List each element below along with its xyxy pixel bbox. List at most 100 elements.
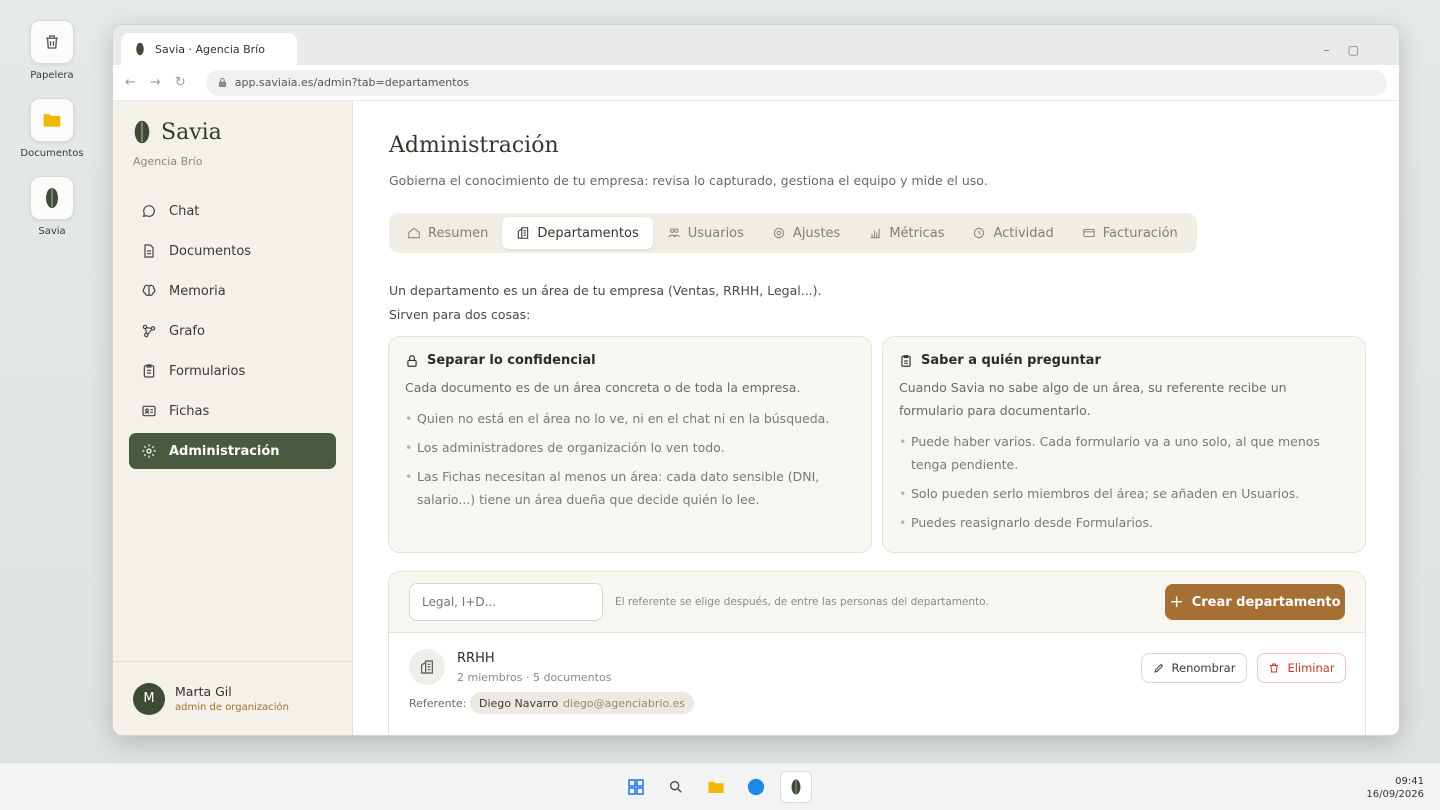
- sidebar-item-grafo[interactable]: Grafo: [129, 313, 336, 349]
- brand[interactable]: Savia: [133, 119, 222, 145]
- sidebar-item-chat[interactable]: Chat: [129, 193, 336, 229]
- card-bullets: Puede haber varios. Cada formulario va a…: [899, 430, 1349, 534]
- url-field[interactable]: app.saviaia.es/admin?tab=departamentos: [205, 69, 1387, 96]
- tab-facturacion[interactable]: Facturación: [1068, 217, 1192, 249]
- desktop-icon-savia[interactable]: Savia: [20, 176, 84, 237]
- search-icon[interactable]: [660, 771, 692, 803]
- tab-resumen[interactable]: Resumen: [393, 217, 502, 249]
- page-title: Administración: [389, 133, 559, 158]
- bar-chart-icon: [870, 228, 880, 239]
- title-bar: Savia · Agencia Brío – ▢: [113, 25, 1399, 65]
- delete-button[interactable]: Eliminar: [1257, 653, 1346, 683]
- system-clock[interactable]: 09:41 16/09/2026: [1366, 775, 1424, 801]
- info-card-confidential: Separar lo confidencial Cada documento e…: [388, 336, 872, 553]
- sidebar-item-formularios[interactable]: Formularios: [129, 353, 336, 389]
- tab-title: Savia · Agencia Brío: [155, 42, 265, 56]
- create-hint: El referente se elige después, de entre …: [615, 596, 989, 608]
- card-description: Cada documento es de un área concreta o …: [405, 380, 801, 395]
- user-profile[interactable]: M Marta Gil admin de organización: [113, 661, 352, 735]
- url-text: app.saviaia.es/admin?tab=departamentos: [234, 76, 470, 89]
- plus-icon: +: [1169, 592, 1184, 612]
- clipboard-icon: [901, 354, 911, 367]
- sidebar-item-documentos[interactable]: Documentos: [129, 233, 336, 269]
- desktop-icon-documentos[interactable]: Documentos: [20, 98, 84, 159]
- referent-chip[interactable]: Diego Navarro diego@agenciabrio.es: [470, 692, 694, 714]
- create-department-button[interactable]: + Crear departamento: [1165, 584, 1345, 620]
- department-name-input[interactable]: [409, 583, 603, 621]
- department-name: RRHH: [457, 651, 495, 666]
- sidebar-item-label: Fichas: [169, 403, 210, 419]
- trash-icon: [30, 20, 74, 64]
- tab-metricas[interactable]: Métricas: [854, 217, 958, 249]
- trash-icon: [1270, 663, 1279, 673]
- document-icon: [144, 244, 154, 258]
- clock-icon: [974, 227, 985, 239]
- brain-icon: [142, 284, 156, 296]
- avatar: M: [133, 682, 165, 715]
- admin-tabs: Resumen Departamentos Usuarios Ajustes M…: [389, 213, 1197, 253]
- chat-icon: [142, 205, 155, 218]
- start-icon[interactable]: [620, 771, 652, 803]
- desktop-icon-label: Documentos: [20, 148, 84, 159]
- sidebar-item-fichas[interactable]: Fichas: [129, 393, 336, 429]
- reload-icon[interactable]: ↻: [175, 75, 186, 90]
- home-icon: [408, 227, 420, 239]
- sidebar-item-label: Chat: [169, 203, 200, 219]
- main-content: Administración Gobierna el conocimiento …: [353, 101, 1399, 735]
- create-department-bar: El referente se elige después, de entre …: [389, 572, 1365, 633]
- intro-line-1: Un departamento es un área de tu empresa…: [389, 283, 822, 298]
- org-name: Agencia Brío: [133, 155, 203, 168]
- gear-icon: [773, 227, 785, 239]
- desktop-icon-label: Papelera: [30, 70, 74, 81]
- sidebar-nav: Chat Documentos Memoria Grafo Formulario…: [129, 193, 336, 473]
- card-bullet: Puede haber varios. Cada formulario va a…: [899, 430, 1349, 476]
- building-icon: [409, 649, 445, 685]
- rename-label: Renombrar: [1171, 661, 1236, 675]
- tab-actividad[interactable]: Actividad: [958, 217, 1067, 249]
- departments-panel: El referente se elige después, de entre …: [388, 571, 1366, 735]
- card-bullet: Las Fichas necesitan al menos un área: c…: [405, 465, 855, 511]
- intro-line-2: Sirven para dos cosas:: [389, 307, 531, 322]
- sidebar-item-memoria[interactable]: Memoria: [129, 273, 336, 309]
- page-subtitle: Gobierna el conocimiento de tu empresa: …: [389, 173, 988, 188]
- lock-icon: [407, 354, 417, 367]
- card-bullet: Quien no está en el área no lo ve, ni en…: [405, 407, 855, 430]
- user-name: Marta Gil: [175, 684, 232, 699]
- app: Savia Agencia Brío Chat Documentos Memor…: [113, 101, 1399, 735]
- taskbar: 09:41 16/09/2026: [0, 762, 1440, 810]
- sidebar-item-label: Documentos: [169, 243, 252, 259]
- building-icon: [518, 227, 529, 239]
- delete-label: Eliminar: [1287, 661, 1335, 675]
- tab-ajustes[interactable]: Ajustes: [758, 217, 854, 249]
- credit-card-icon: [1082, 228, 1095, 238]
- desktop-icon-papelera[interactable]: Papelera: [20, 20, 84, 81]
- lock-icon: [218, 77, 226, 87]
- tab-departamentos[interactable]: Departamentos: [502, 217, 653, 249]
- tab-label: Usuarios: [687, 225, 744, 241]
- tab-label: Métricas: [889, 225, 945, 241]
- department-row: RRHH 2 miembros · 5 documentos Referente…: [389, 633, 1365, 735]
- referent-name: Diego Navarro: [479, 696, 559, 710]
- sidebar-item-administracion[interactable]: Administración: [129, 433, 336, 469]
- tab-label: Resumen: [428, 225, 489, 241]
- forward-icon[interactable]: →: [150, 75, 161, 90]
- browser-window: Savia · Agencia Brío – ▢ ← → ↻ app.savia…: [112, 24, 1400, 736]
- clock-time: 09:41: [1395, 776, 1424, 787]
- graph-icon: [142, 324, 156, 338]
- folder-icon[interactable]: [700, 771, 732, 803]
- card-bullets: Quien no está en el área no lo ve, ni en…: [405, 407, 855, 511]
- user-role: admin de organización: [175, 702, 289, 713]
- minimize-icon[interactable]: –: [1324, 43, 1330, 57]
- browser-tab[interactable]: Savia · Agencia Brío: [121, 33, 297, 65]
- card-bullet: Solo pueden serlo miembros del área; se …: [899, 482, 1349, 505]
- leaf-icon[interactable]: [780, 771, 812, 803]
- rename-button[interactable]: Renombrar: [1141, 653, 1247, 683]
- maximize-icon[interactable]: ▢: [1348, 43, 1359, 57]
- card-title: Separar lo confidencial: [427, 353, 596, 368]
- tab-label: Facturación: [1102, 225, 1178, 241]
- card-title: Saber a quién preguntar: [921, 353, 1101, 368]
- leaf-icon: [30, 176, 74, 220]
- tab-usuarios[interactable]: Usuarios: [653, 217, 758, 249]
- back-icon[interactable]: ←: [125, 75, 136, 90]
- browser-icon[interactable]: [740, 771, 772, 803]
